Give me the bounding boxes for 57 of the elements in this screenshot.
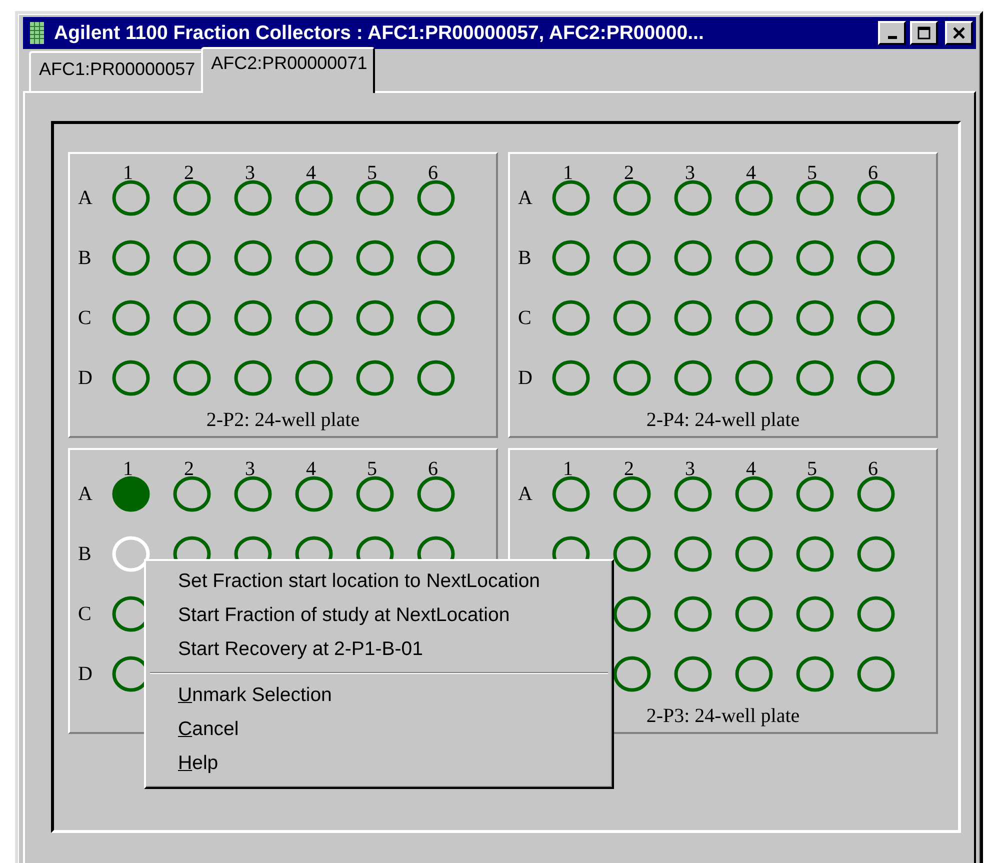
column-number: 5 xyxy=(366,457,378,482)
column-number: 3 xyxy=(244,457,256,482)
column-number: 5 xyxy=(806,457,818,482)
row-letter: A xyxy=(518,186,532,208)
row-letter: A xyxy=(518,482,532,504)
app-icon xyxy=(30,22,44,44)
column-number: 5 xyxy=(806,161,818,186)
maximize-button[interactable] xyxy=(910,21,938,45)
column-number: 6 xyxy=(867,457,879,482)
column-number: 3 xyxy=(684,457,696,482)
column-number: 6 xyxy=(427,457,439,482)
column-number: 1 xyxy=(562,457,574,482)
plate-label: 2-P3: 24-well plate xyxy=(646,705,800,727)
row-letter: D xyxy=(78,366,92,388)
menu-item[interactable]: Start Recovery at 2-P1-B-01 xyxy=(148,633,610,667)
column-number: 4 xyxy=(745,161,757,186)
well[interactable] xyxy=(613,656,651,692)
row-letter: C xyxy=(78,306,92,328)
column-number: 1 xyxy=(562,161,574,186)
close-icon xyxy=(952,26,966,40)
column-number: 3 xyxy=(244,161,256,186)
close-button[interactable] xyxy=(945,21,973,45)
column-number: 2 xyxy=(183,457,195,482)
row-letter: C xyxy=(78,602,92,624)
column-number: 6 xyxy=(867,161,879,186)
column-number: 1 xyxy=(122,161,134,186)
row-letter: B xyxy=(78,542,92,564)
column-number: 6 xyxy=(427,161,439,186)
row-letter: D xyxy=(78,662,92,684)
menu-item[interactable]: Cancel xyxy=(148,713,610,747)
plate-label: 2-P4: 24-well plate xyxy=(646,409,800,431)
column-number: 5 xyxy=(366,161,378,186)
column-number: 4 xyxy=(305,161,317,186)
column-number: 3 xyxy=(684,161,696,186)
tab[interactable]: AFC2:PR00000071 xyxy=(201,47,376,93)
row-letter: B xyxy=(78,246,92,268)
row-letter: A xyxy=(78,186,92,208)
column-number: 1 xyxy=(122,457,134,482)
row-letter: C xyxy=(518,306,532,328)
column-number: 4 xyxy=(745,457,757,482)
row-letter: B xyxy=(518,246,532,268)
menu-item[interactable]: Start Fraction of study at NextLocation xyxy=(148,599,610,633)
well[interactable] xyxy=(613,596,651,632)
column-number: 2 xyxy=(623,457,635,482)
plate-label: 2-P2: 24-well plate xyxy=(206,409,360,431)
minimize-button[interactable] xyxy=(878,21,906,45)
column-number: 2 xyxy=(183,161,195,186)
column-number: 2 xyxy=(623,161,635,186)
column-number: 4 xyxy=(305,457,317,482)
menu-item[interactable]: Help xyxy=(148,747,610,781)
menu-item[interactable]: Set Fraction start location to NextLocation xyxy=(148,565,610,599)
row-letter: A xyxy=(78,482,92,504)
row-letter: D xyxy=(518,366,532,388)
maximize-icon xyxy=(917,26,931,40)
menu-item[interactable]: Unmark Selection xyxy=(148,679,610,713)
minimize-icon xyxy=(888,36,896,39)
window-title: Agilent 1100 Fraction Collectors : AFC1:PR00000057, AFC2:PR00000... xyxy=(54,22,705,44)
